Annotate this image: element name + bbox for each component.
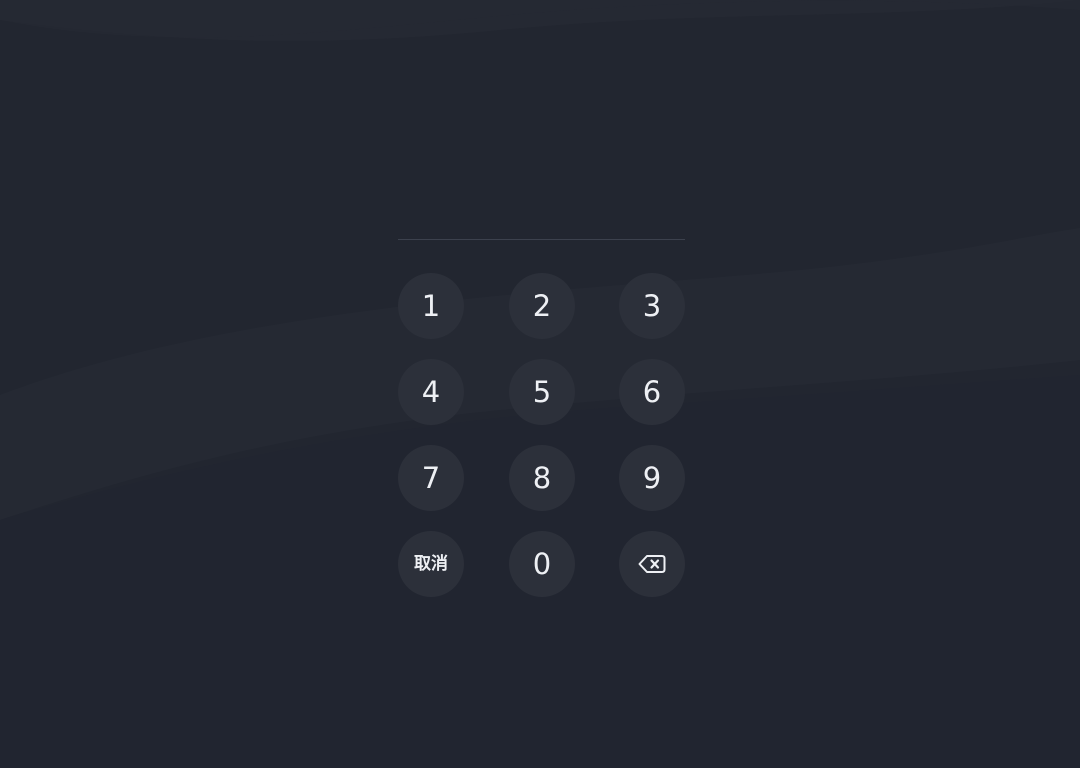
- key-0[interactable]: 0: [509, 531, 575, 597]
- key-2[interactable]: 2: [509, 273, 575, 339]
- key-3[interactable]: 3: [619, 273, 685, 339]
- key-6[interactable]: 6: [619, 359, 685, 425]
- key-1[interactable]: 1: [398, 273, 464, 339]
- key-4[interactable]: 4: [398, 359, 464, 425]
- backspace-icon: [638, 554, 666, 574]
- cancel-button[interactable]: 取消: [398, 531, 464, 597]
- key-8[interactable]: 8: [509, 445, 575, 511]
- key-9[interactable]: 9: [619, 445, 685, 511]
- key-5[interactable]: 5: [509, 359, 575, 425]
- key-7[interactable]: 7: [398, 445, 464, 511]
- backspace-button[interactable]: [619, 531, 685, 597]
- numeric-keypad: 1 2 3 4 5 6 7 8 9 取消 0: [398, 273, 686, 597]
- pin-input-underline: [398, 239, 685, 240]
